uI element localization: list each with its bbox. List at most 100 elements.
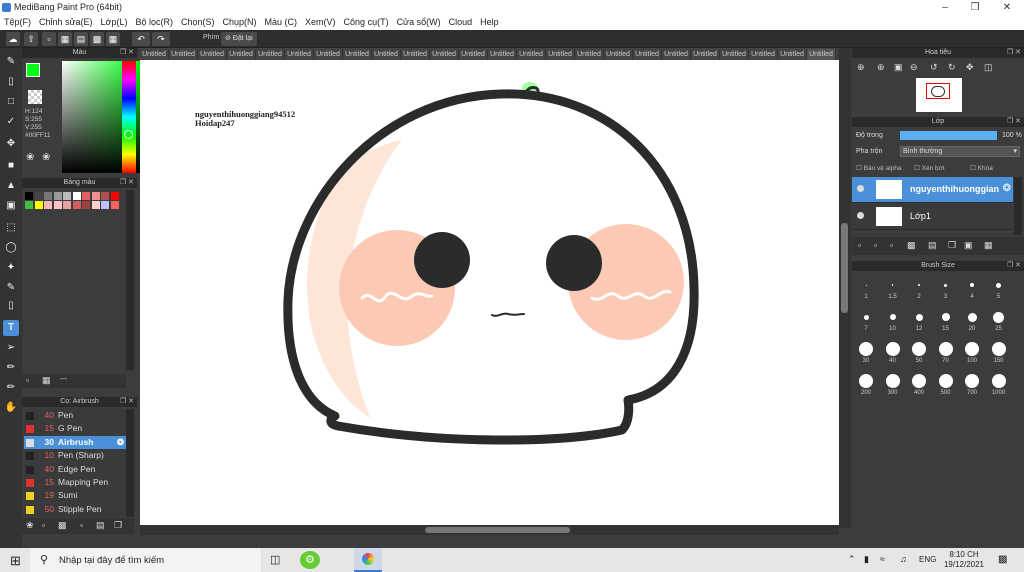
brush-size-option[interactable] — [859, 342, 873, 356]
undo-icon[interactable]: ↶ — [132, 32, 150, 46]
document-tab[interactable]: Untitled — [140, 49, 169, 60]
zoom-out-icon[interactable]: ⊖ — [910, 62, 918, 73]
palette-swatch[interactable] — [44, 192, 52, 200]
palette-swatch[interactable] — [91, 192, 100, 200]
horizontal-scrollbar[interactable] — [140, 525, 839, 535]
navigator-thumbnail[interactable] — [916, 78, 962, 112]
add-layer-menu-icon[interactable]: ▩ — [907, 240, 916, 251]
menu-layer[interactable]: Lớp(L) — [97, 15, 132, 30]
new-layer-icon[interactable]: ▫ — [858, 240, 861, 250]
brush-size-option[interactable] — [991, 342, 1006, 356]
layer-scrollbar[interactable] — [1014, 177, 1022, 235]
clock[interactable]: 8:10 CH 19/12/2021 — [942, 550, 986, 570]
rotate-left-icon[interactable]: ↺ — [930, 62, 938, 73]
brush-size-option[interactable] — [965, 342, 979, 356]
document-tab[interactable]: Untitled — [575, 49, 604, 60]
windows-start-icon[interactable]: ⊞ — [10, 553, 21, 569]
lasso-tool-icon[interactable]: ◯ — [3, 240, 19, 256]
brush-tool-icon[interactable]: ✎ — [3, 54, 19, 70]
new-brush-icon[interactable]: ▫ — [42, 520, 45, 530]
panel-close-icon[interactable]: ❐ ✕ — [1007, 117, 1021, 127]
brush-size-option[interactable] — [965, 374, 979, 388]
document-tab[interactable]: Untitled — [807, 49, 836, 60]
duplicate-layer-icon[interactable]: ❐ — [948, 240, 956, 251]
brush-item[interactable]: 30 Airbrush ❂ — [24, 435, 126, 449]
document-tab[interactable]: Untitled — [314, 49, 343, 60]
vertical-scrollbar[interactable] — [839, 48, 851, 528]
brush-item[interactable]: 10 Pen (Sharp) — [24, 449, 126, 463]
select-rect-tool-icon[interactable]: ⬚ — [3, 220, 19, 236]
close-button[interactable]: ✕ — [992, 0, 1022, 15]
palette-swatch[interactable] — [34, 201, 43, 209]
search-box[interactable]: ⚲ Nhập tại đây để tìm kiếm — [30, 548, 262, 572]
document-tab[interactable]: Untitled — [691, 49, 720, 60]
grid-icon[interactable]: ▦ — [58, 32, 72, 46]
export-icon[interactable]: ⇧ — [24, 32, 38, 46]
brush-size-option[interactable] — [915, 313, 923, 321]
minimize-button[interactable]: – — [930, 0, 960, 15]
copy-brush-icon[interactable]: ▫ — [80, 520, 83, 530]
delete-layer-icon[interactable]: ▦ — [984, 240, 993, 251]
hue-slider[interactable] — [122, 61, 136, 173]
hue-handle[interactable] — [124, 130, 133, 139]
magic-wand-tool-icon[interactable]: ✦ — [3, 260, 19, 276]
document-tab[interactable]: Untitled — [488, 49, 517, 60]
color-settings-icon[interactable]: ❀ — [42, 152, 50, 163]
reset-button[interactable]: ⊘ Đặt lại — [221, 32, 257, 46]
panel-close-icon[interactable]: ❐ ✕ — [120, 48, 134, 58]
panel-close-icon[interactable]: ❐ ✕ — [1007, 48, 1021, 58]
new-layer-1bit-icon[interactable]: ▫ — [890, 240, 893, 250]
palette-swatch[interactable] — [91, 201, 100, 209]
document-tab[interactable]: Untitled — [459, 49, 488, 60]
brush-size-option[interactable] — [918, 284, 920, 286]
menu-view[interactable]: Xem(V) — [301, 15, 340, 30]
document-tab[interactable]: Untitled — [517, 49, 546, 60]
menu-snap[interactable]: Chụp(N) — [219, 15, 261, 30]
document-tab[interactable]: Untitled — [285, 49, 314, 60]
add-brush-icon[interactable]: ▩ — [58, 520, 67, 531]
panel-icon[interactable]: ▤ — [74, 32, 88, 46]
menu-help[interactable]: Help — [476, 15, 503, 30]
select-eraser-tool-icon[interactable]: ▯ — [3, 298, 19, 314]
move-tool-icon[interactable]: ✥ — [3, 136, 19, 152]
brush-size-option[interactable] — [967, 312, 977, 322]
language-indicator[interactable]: ENG — [919, 555, 936, 564]
document-tab[interactable]: Untitled — [749, 49, 778, 60]
opacity-slider[interactable] — [900, 131, 997, 140]
lock-checkbox[interactable]: ☐ Khóa — [970, 164, 993, 172]
vertical-scroll-thumb[interactable] — [841, 223, 848, 313]
layout-icon[interactable]: ▩ — [90, 32, 104, 46]
palette-swatch[interactable] — [25, 201, 33, 209]
transparent-swatch[interactable] — [28, 90, 42, 104]
notification-icon[interactable]: ▩ — [998, 554, 1007, 565]
brush-size-option[interactable] — [944, 283, 947, 287]
protect-alpha-checkbox[interactable]: ☐ Bảo vệ alpha — [856, 164, 902, 172]
palette-swatch[interactable] — [82, 201, 90, 209]
document-tab[interactable]: Untitled — [430, 49, 459, 60]
flip-icon[interactable]: ◫ — [984, 62, 993, 73]
clip-checkbox[interactable]: ☐ Xén bớt — [914, 164, 945, 172]
palette-swatch[interactable] — [44, 201, 52, 209]
brush-item[interactable]: 15 G Pen — [24, 422, 126, 436]
layer-item[interactable]: nguyenthihuonggian ❂ — [852, 177, 1013, 203]
rotate-right-icon[interactable]: ↻ — [948, 62, 956, 73]
panel-close-icon[interactable]: ❐ ✕ — [120, 178, 134, 188]
brush-size-option[interactable] — [859, 374, 873, 388]
brush-item[interactable]: 19 Sumi — [24, 489, 126, 503]
blend-select[interactable]: Bình thường ▾ — [900, 146, 1020, 157]
palette-swatch[interactable] — [34, 192, 43, 200]
document-tab[interactable]: Untitled — [343, 49, 372, 60]
wifi-icon[interactable]: ≈ — [880, 554, 885, 564]
task-view-icon[interactable]: ◫ — [270, 553, 280, 566]
menu-file[interactable]: Tệp(F) — [0, 15, 35, 30]
reset-view-icon[interactable]: ✥ — [966, 62, 974, 73]
panel-close-icon[interactable]: ❐ ✕ — [1007, 261, 1021, 271]
canvas[interactable]: nguyenthihuonggiang94512 Hoidap247 — [140, 60, 839, 525]
palette-swatch[interactable] — [110, 201, 119, 209]
palette-swatch[interactable] — [72, 201, 81, 209]
app-icon-taskbar[interactable]: ⚙ — [300, 551, 320, 569]
brush-size-option[interactable] — [889, 314, 896, 320]
menu-cloud[interactable]: Cloud — [445, 15, 477, 30]
primary-color-swatch[interactable] — [26, 63, 40, 77]
battery-icon[interactable]: ▮ — [864, 554, 869, 565]
